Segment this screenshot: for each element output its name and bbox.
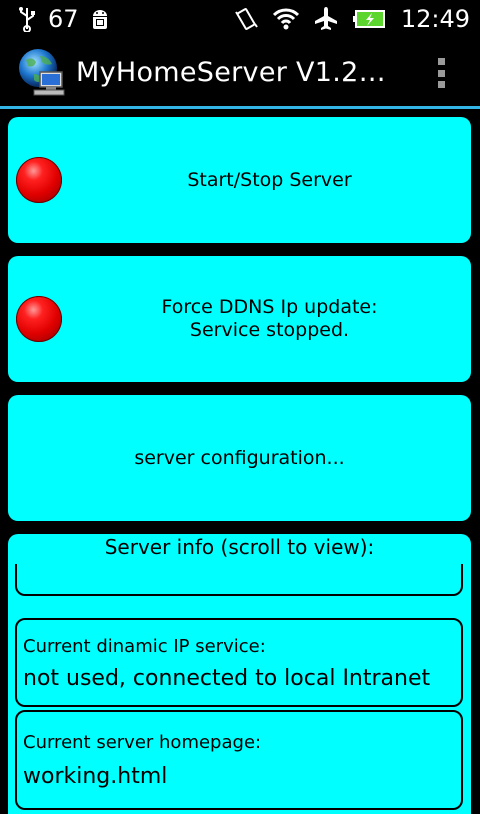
ddns-label-line1: Force DDNS Ip update: — [161, 296, 378, 318]
battery-charging-icon — [352, 10, 385, 28]
config-label: server configuration... — [134, 446, 345, 469]
action-bar-divider — [0, 106, 480, 109]
vibrate-icon — [234, 8, 258, 30]
ddns-status-led-icon — [16, 296, 62, 342]
ip-service-value: not used, connected to local Intranet — [23, 666, 431, 691]
android-debug-icon — [92, 10, 107, 29]
notification-count: 67 — [48, 5, 79, 33]
ddns-label-wrap: Force DDNS Ip update: Service stopped. — [68, 256, 471, 382]
server-status-led-icon — [16, 157, 62, 203]
start-stop-label: Start/Stop Server — [187, 168, 352, 191]
overflow-menu-icon[interactable] — [436, 58, 446, 88]
ddns-label-line2: Service stopped. — [189, 319, 350, 341]
server-info-item-homepage: Current server homepage: working.html — [15, 710, 463, 810]
start-stop-label-wrap: Start/Stop Server — [68, 117, 471, 243]
homepage-label: Current server homepage: — [23, 732, 262, 753]
usb-icon — [19, 7, 35, 32]
status-time: 12:49 — [400, 5, 470, 33]
force-ddns-update-button[interactable]: Force DDNS Ip update: Service stopped. — [8, 256, 471, 382]
wifi-icon — [272, 8, 299, 30]
server-configuration-button[interactable]: server configuration... — [8, 395, 471, 521]
config-label-wrap: server configuration... — [8, 395, 471, 521]
start-stop-server-button[interactable]: Start/Stop Server — [8, 117, 471, 243]
homepage-value: working.html — [23, 764, 168, 789]
server-info-item-ip-service: Current dinamic IP service: not used, co… — [15, 618, 463, 707]
action-bar: MyHomeServer V1.24 u... — [0, 38, 480, 106]
server-info-heading: Server info (scroll to view): — [104, 535, 375, 559]
status-bar: 67 12:49 — [0, 0, 480, 38]
ip-service-label: Current dinamic IP service: — [23, 636, 266, 657]
airplane-icon — [314, 7, 337, 30]
server-info-panel: Server info (scroll to view): Current di… — [8, 534, 471, 814]
server-info-item-partial — [15, 564, 463, 596]
globe-computer-icon[interactable] — [16, 46, 68, 98]
server-info-scroll-area[interactable]: Current dinamic IP service: not used, co… — [8, 564, 471, 814]
app-title: MyHomeServer V1.24 u... — [76, 56, 396, 88]
